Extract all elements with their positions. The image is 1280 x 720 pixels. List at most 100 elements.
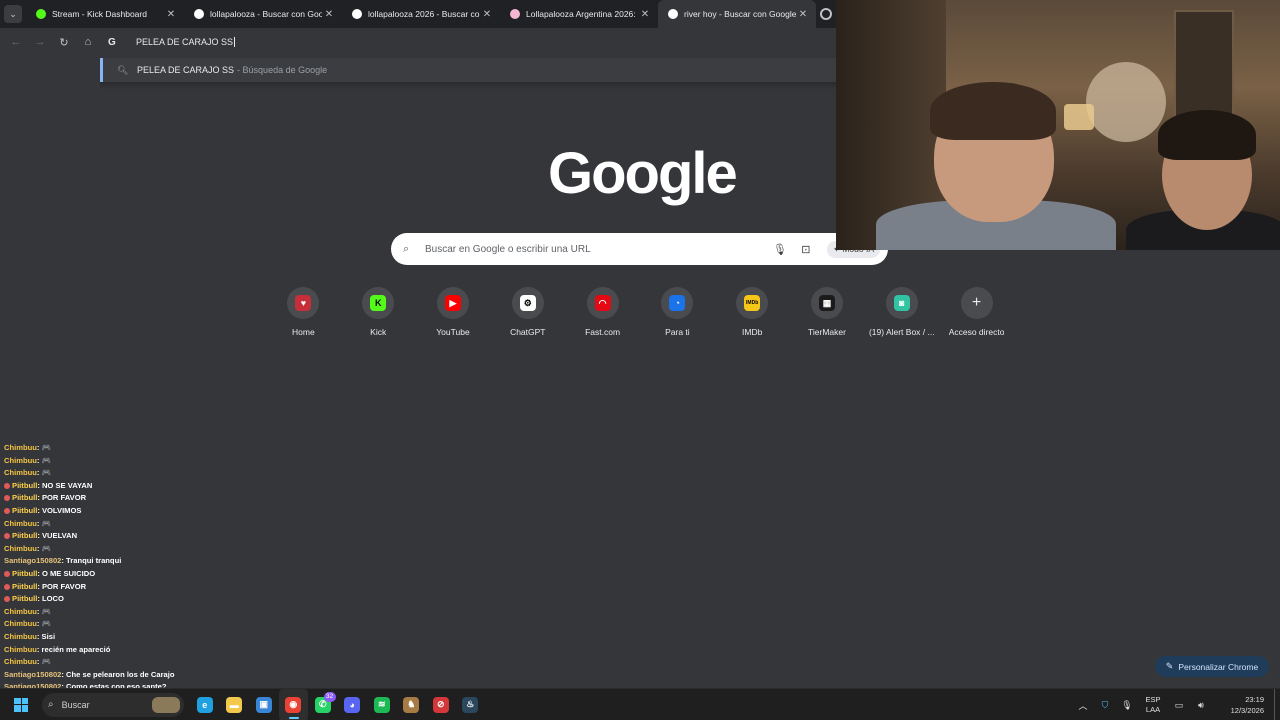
omnibox-input[interactable]: PELEA DE CARAJO SS xyxy=(136,37,236,48)
chat-text: LOCO xyxy=(41,594,64,604)
chat-text: VUELVAN xyxy=(41,531,78,541)
reload-button[interactable]: ↻ xyxy=(52,30,76,54)
shortcut-tile[interactable]: ♥ Home xyxy=(266,287,341,347)
chat-username: Chimbuu xyxy=(4,606,37,616)
webcam-plush-toy xyxy=(1086,62,1166,142)
browser-tab[interactable]: lollapalooza 2026 - Buscar con ✕ xyxy=(342,0,500,28)
shortcut-tile[interactable]: ⚙ ChatGPT xyxy=(490,287,565,347)
chat-text: O ME SUICIDO xyxy=(41,568,96,578)
forward-button[interactable]: → xyxy=(28,30,52,54)
shortcut-tiles: ♥ Home K Kick ▶ YouTube ⚙ ChatGPT ◠ Fast.com ◔ Para… xyxy=(266,287,1014,347)
tab-close-icon[interactable]: ✕ xyxy=(322,9,336,20)
volume-icon[interactable]: 🔊︎ xyxy=(1190,700,1212,711)
microphone-icon[interactable]: 🎙︎ xyxy=(1116,700,1138,711)
search-input[interactable]: Buscar en Google o escribir una URL xyxy=(425,244,771,255)
shortcut-tile[interactable]: + Acceso directo xyxy=(939,287,1014,347)
chat-message: Chimbuu: 🎮 xyxy=(4,442,304,455)
shortcut-tile[interactable]: ▦ TierMaker xyxy=(790,287,865,347)
shortcut-label: IMDb xyxy=(742,327,763,337)
clock[interactable]: 23:19 12/3/2026 xyxy=(1212,694,1264,716)
taskbar-app-store[interactable]: ▣ xyxy=(249,689,279,720)
search-icon: ⌕ xyxy=(403,242,410,255)
browser-tab[interactable]: lollapalooza - Buscar con Goog ✕ xyxy=(184,0,342,28)
taskbar-app-spotify[interactable]: ≋ xyxy=(367,689,397,720)
shortcut-tile[interactable]: ◠ Fast.com xyxy=(565,287,640,347)
moderator-badge-icon xyxy=(4,482,10,489)
omnibox-suggestion[interactable]: 🔍︎ PELEA DE CARAJO SS - Búsqueda de Goog… xyxy=(100,58,836,82)
network-icon[interactable]: ▭ xyxy=(1168,700,1190,711)
chat-message: Chimbuu: 🎮 xyxy=(4,467,304,480)
taskbar-app-game-app[interactable]: ♞ xyxy=(397,689,427,720)
taskbar-app-steam[interactable]: ♨ xyxy=(456,689,486,720)
youtube-icon: ▶ xyxy=(444,295,461,311)
suggestion-query: PELEA DE CARAJO SS xyxy=(137,65,235,75)
clock-time: 23:19 xyxy=(1245,695,1264,704)
taskbar-app-edge[interactable]: e xyxy=(190,689,220,720)
shortcut-tile[interactable]: K Kick xyxy=(341,287,416,347)
security-icon[interactable]: ⛉ xyxy=(1094,700,1116,711)
search-highlight-image xyxy=(152,696,180,713)
tab-close-icon[interactable]: ✕ xyxy=(638,9,652,20)
webcam-person-1-hair xyxy=(930,82,1056,140)
microphone-icon[interactable]: 🎙︎ xyxy=(771,243,789,256)
tab-favicon-icon xyxy=(668,9,678,19)
moderator-badge-icon xyxy=(4,507,10,514)
browser-tab[interactable]: river hoy - Buscar con Google ✕ xyxy=(658,0,816,28)
webcam-overlay xyxy=(836,0,1280,250)
tab-close-icon[interactable]: ✕ xyxy=(480,9,494,20)
tab-close-icon[interactable]: ✕ xyxy=(796,9,810,20)
tab-list: Stream - Kick Dashboard ✕ lollapalooza - B… xyxy=(26,0,816,28)
shortcut-label: Para ti xyxy=(665,327,690,337)
start-button[interactable] xyxy=(0,689,42,720)
para-ti-icon: ◔ xyxy=(669,295,686,311)
taskbar-app-recorder-app[interactable]: ⊘ xyxy=(426,689,456,720)
recorder-app-icon: ⊘ xyxy=(432,696,449,713)
taskbar-search[interactable]: ⌕ Buscar xyxy=(42,692,184,717)
home-button[interactable]: ⌂ xyxy=(76,30,100,54)
taskbar-app-discord[interactable]: ◕ xyxy=(338,689,368,720)
chat-message: Piitbull: POR FAVOR xyxy=(4,581,304,594)
shortcut-tile[interactable]: ◔ Para ti xyxy=(640,287,715,347)
chat-text: 🎮 xyxy=(41,606,52,616)
screen: ⌄ Stream - Kick Dashboard ✕ lollapalooza -… xyxy=(0,0,1280,720)
tab-search-menu-button[interactable]: ⌄ xyxy=(4,5,22,23)
back-button[interactable]: ← xyxy=(4,30,28,54)
chat-username: Chimbuu xyxy=(4,518,37,528)
browser-tab[interactable]: Stream - Kick Dashboard ✕ xyxy=(26,0,184,28)
taskbar-search-label: Buscar xyxy=(61,699,90,710)
moderator-badge-icon xyxy=(4,596,10,603)
browser-tab[interactable]: Lollapalooza Argentina 2026: e ✕ xyxy=(500,0,658,28)
game-app-icon: ♞ xyxy=(403,696,420,713)
shortcut-tile[interactable]: IMDb IMDb xyxy=(715,287,790,347)
taskbar-app-chrome[interactable]: ◉ xyxy=(278,688,308,720)
chat-message: Piitbull: NO SE VAYAN xyxy=(4,480,304,493)
google-lens-icon[interactable]: ⊡ xyxy=(797,243,815,256)
search-icon: ⌕ xyxy=(48,699,54,710)
show-hidden-icons-chevron-icon[interactable]: ︿ xyxy=(1072,699,1094,712)
show-desktop-button[interactable] xyxy=(1274,689,1280,720)
omnibox[interactable]: G PELEA DE CARAJO SS xyxy=(106,28,836,56)
taskbar-app-whatsapp[interactable]: ✆ 32 xyxy=(308,689,338,720)
clock-date: 12/3/2026 xyxy=(1230,706,1264,715)
chat-message: Chimbuu: Sisi xyxy=(4,631,304,644)
shortcut-tile[interactable]: ◙ (19) Alert Box / ... xyxy=(864,287,939,347)
chat-text: VOLVIMOS xyxy=(41,505,82,515)
chat-message: Piitbull: VOLVIMOS xyxy=(4,505,304,518)
chat-username: Piitbull xyxy=(12,480,38,490)
tab-title: lollapalooza - Buscar con Goog xyxy=(210,9,322,19)
moderator-badge-icon xyxy=(4,583,10,590)
shortcut-tile[interactable]: ▶ YouTube xyxy=(416,287,491,347)
search-icon: 🔍︎ xyxy=(117,64,129,75)
chrome-profile-icon[interactable] xyxy=(820,8,832,20)
file-explorer-icon: ▬ xyxy=(226,696,243,713)
chat-username: Chimbuu xyxy=(4,631,37,641)
taskbar-app-file-explorer[interactable]: ▬ xyxy=(220,689,250,720)
tab-close-icon[interactable]: ✕ xyxy=(164,9,178,20)
input-language[interactable]: ESP LAA xyxy=(1138,695,1168,715)
chrome-icon: ◉ xyxy=(285,696,302,713)
chat-message: Chimbuu: 🎮 xyxy=(4,618,304,631)
customize-chrome-button[interactable]: ✎ Personalizar Chrome xyxy=(1155,656,1269,677)
chat-username: Piitbull xyxy=(12,493,38,503)
ntp-search-box[interactable]: ⌕ Buscar en Google o escribir una URL 🎙︎… xyxy=(391,233,888,265)
chat-text: Sisi xyxy=(41,631,56,641)
